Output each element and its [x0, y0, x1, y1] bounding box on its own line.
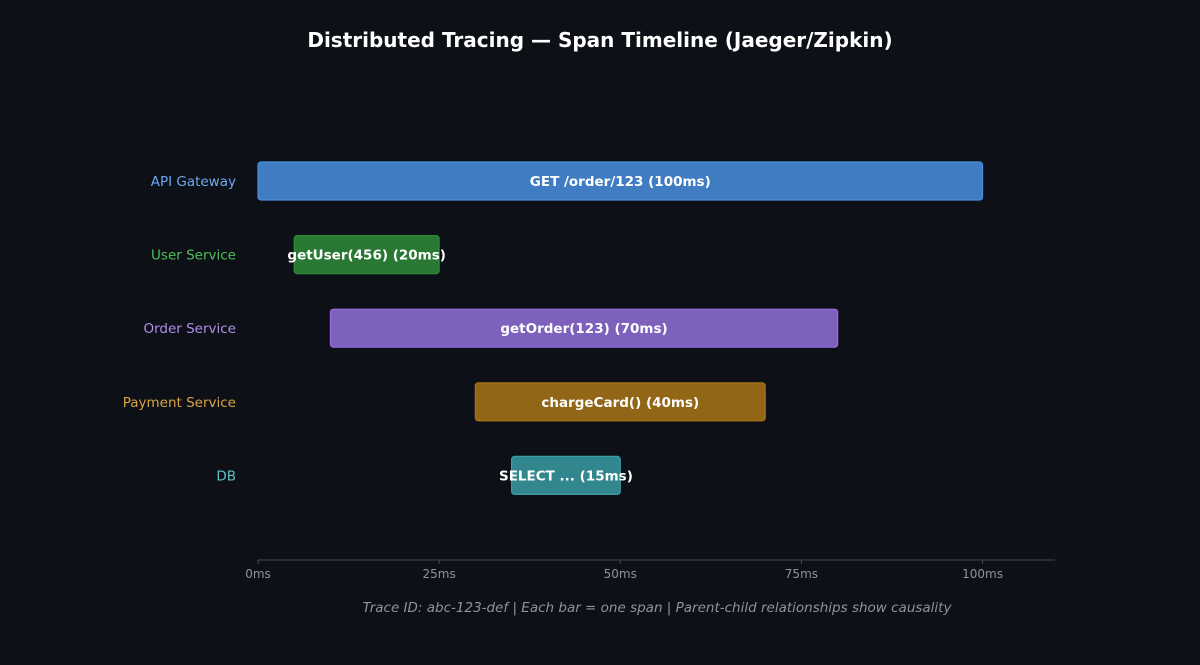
- x-tick-label: 100ms: [962, 567, 1003, 581]
- lane-label-payment-service: Payment Service: [123, 395, 236, 411]
- span-label-order-service: getOrder(123) (70ms): [500, 321, 667, 337]
- span-label-db: SELECT ... (15ms): [499, 468, 633, 484]
- span-label-payment-service: chargeCard() (40ms): [541, 395, 699, 411]
- span-label-user-service: getUser(456) (20ms): [287, 248, 446, 264]
- span-timeline-chart: Distributed Tracing — Span Timeline (Jae…: [123, 28, 1055, 616]
- x-tick-label: 50ms: [604, 567, 637, 581]
- lane-label-api-gateway: API Gateway: [151, 174, 236, 190]
- x-tick-label: 75ms: [785, 567, 818, 581]
- x-tick-label: 25ms: [423, 567, 456, 581]
- span-label-api-gateway: GET /order/123 (100ms): [530, 174, 711, 190]
- lane-label-db: DB: [216, 468, 236, 484]
- chart-footnote: Trace ID: abc-123-def | Each bar = one s…: [363, 600, 953, 616]
- lane-label-order-service: Order Service: [143, 321, 236, 337]
- x-axis-ticks: 0ms 25ms 50ms 75ms 100ms: [245, 560, 1003, 581]
- chart-title: Distributed Tracing — Span Timeline (Jae…: [307, 28, 892, 52]
- span-lanes: API Gateway GET /order/123 (100ms) User Se…: [123, 161, 984, 495]
- lane-label-user-service: User Service: [151, 248, 236, 264]
- x-tick-label: 0ms: [245, 567, 271, 581]
